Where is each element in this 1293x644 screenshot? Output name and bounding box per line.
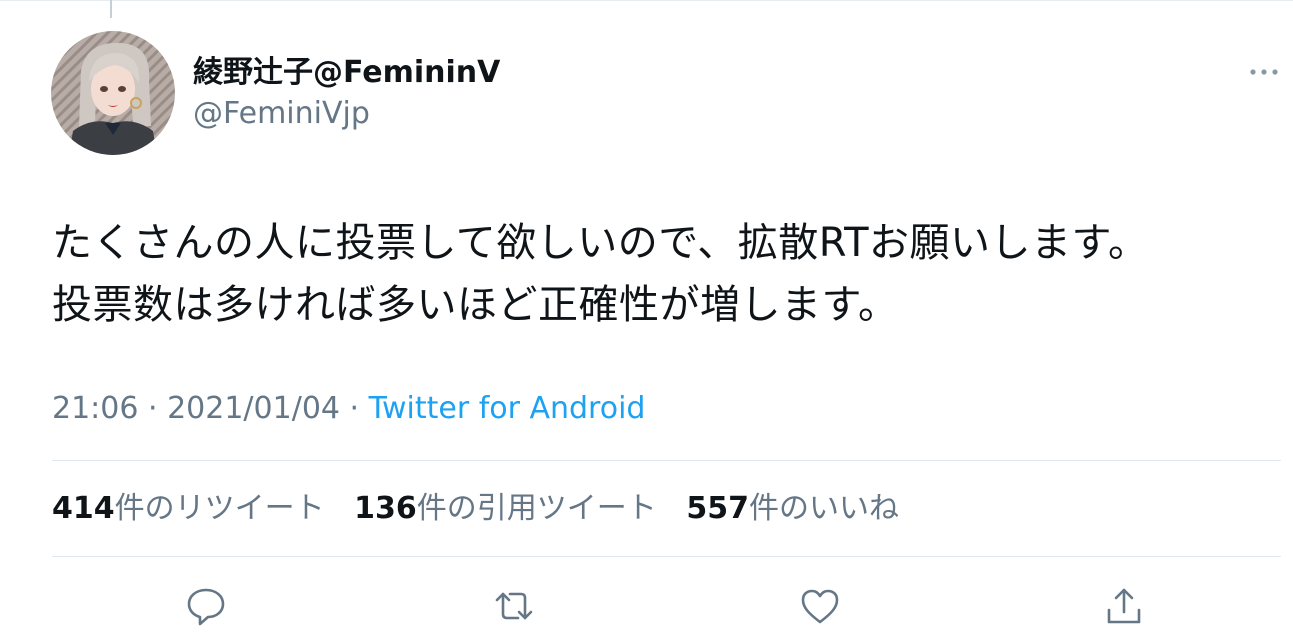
retweet-button[interactable]	[492, 584, 536, 628]
retweet-icon	[495, 592, 533, 620]
author-display-name[interactable]: 綾野辻子@FemininV	[193, 54, 500, 92]
avatar-image	[51, 31, 175, 155]
reply-button[interactable]	[186, 584, 226, 628]
engagement-stats: 414件のリツイート 136件の引用ツイート 557件のいいね	[52, 489, 919, 529]
divider	[52, 556, 1281, 557]
more-icon	[1250, 69, 1278, 75]
like-icon	[801, 589, 839, 624]
tweet-date[interactable]: 2021/01/04	[167, 391, 340, 426]
like-count: 557	[686, 491, 749, 526]
retweet-count: 414	[52, 491, 115, 526]
retweet-count-link[interactable]: 414件のリツイート	[52, 489, 325, 529]
tweet-detail-view: 綾野辻子@FemininV @FeminiVjp たくさんの人に投票して欲しいの…	[0, 0, 1293, 644]
share-icon	[1107, 588, 1141, 624]
top-divider	[0, 0, 1293, 1]
tweet-time[interactable]: 21:06	[52, 391, 138, 426]
quote-count-label: 件の引用ツイート	[416, 491, 657, 526]
like-count-link[interactable]: 557件のいいね	[686, 489, 899, 529]
tweet-text-line: 投票数は多ければ多いほど正確性が増します。	[52, 282, 899, 328]
tweet-source-link[interactable]: Twitter for Android	[369, 391, 646, 426]
avatar[interactable]	[51, 31, 175, 155]
divider	[52, 460, 1281, 461]
quote-count-link[interactable]: 136件の引用ツイート	[354, 489, 657, 529]
reply-icon	[187, 588, 225, 626]
like-button[interactable]	[800, 584, 840, 628]
thread-connector-line	[110, 0, 112, 18]
share-button[interactable]	[1104, 584, 1144, 628]
retweet-count-label: 件のリツイート	[114, 491, 325, 526]
more-options-button[interactable]	[1248, 60, 1280, 84]
like-count-label: 件のいいね	[748, 491, 899, 526]
meta-separator: ·	[340, 391, 369, 426]
tweet-text: たくさんの人に投票して欲しいので、拡散RTお願いします。 投票数は多ければ多いほ…	[52, 212, 1282, 336]
tweet-metadata: 21:06 · 2021/01/04 · Twitter for Android	[52, 388, 645, 430]
tweet-text-line: たくさんの人に投票して欲しいので、拡散RTお願いします。	[52, 220, 1149, 266]
meta-separator: ·	[138, 391, 168, 426]
quote-count: 136	[354, 491, 417, 526]
author-handle[interactable]: @FeminiVjp	[193, 95, 370, 133]
